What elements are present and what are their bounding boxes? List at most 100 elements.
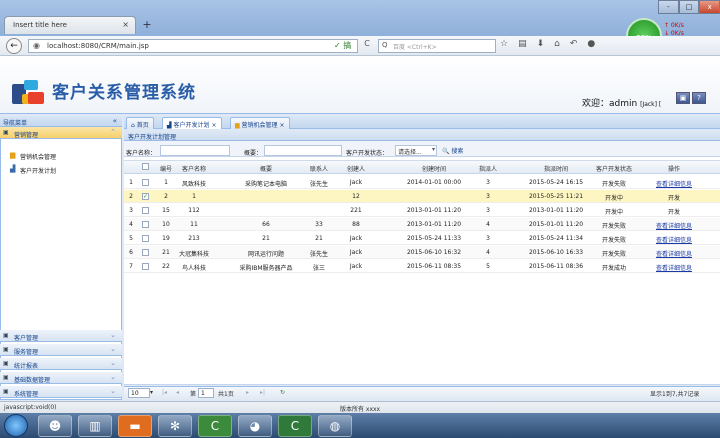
collapse-icon[interactable]: « — [113, 117, 117, 125]
home-icon[interactable]: ⌂ — [554, 39, 560, 53]
cell-atime: 2013-01-01 11:20 — [528, 207, 584, 214]
cell-creator: Jack — [349, 235, 363, 242]
customer-input[interactable] — [160, 145, 230, 156]
firefox-icon[interactable]: ◍ — [318, 415, 352, 437]
row-checkbox[interactable] — [142, 235, 149, 242]
row-checkbox[interactable] — [142, 207, 149, 214]
row-action-link[interactable]: 查看详细信息 — [646, 263, 702, 272]
column-header[interactable]: 指派时间 — [516, 164, 596, 173]
column-header[interactable]: 操作 — [646, 164, 702, 173]
customer-label: 客户名称： — [126, 150, 157, 157]
close-tab-icon[interactable]: × — [122, 20, 129, 29]
undo-icon[interactable]: ↶ — [570, 39, 578, 53]
sidebar-item-opportunity[interactable]: ▆ 营销机会管理 — [10, 151, 56, 161]
cell-assign: 3 — [486, 179, 490, 186]
row-checkbox[interactable] — [142, 249, 149, 256]
column-header[interactable]: 创建时间 — [392, 164, 476, 173]
row-action-link[interactable]: 查看详细信息 — [646, 179, 702, 188]
browser-tab[interactable]: Insert title here × — [4, 16, 136, 34]
chrome-icon[interactable]: ◕ — [238, 415, 272, 437]
first-page-button[interactable]: |◂ — [162, 389, 167, 396]
status-select[interactable]: 请选择... ▾ — [395, 145, 437, 156]
reload-button[interactable]: C — [360, 39, 374, 53]
new-tab-button[interactable]: + — [138, 18, 156, 32]
chevron-down-icon[interactable]: ⌄ — [110, 331, 116, 339]
qq-icon[interactable]: ☻ — [38, 415, 72, 437]
tab-label: 营销机会管理 — [241, 122, 278, 129]
chevron-down-icon[interactable]: ⌄ — [110, 345, 116, 353]
chevron-down-icon[interactable]: ⌄ — [110, 373, 116, 381]
column-header[interactable]: 指派人 — [472, 164, 504, 173]
sidebar-section-1[interactable]: ▣ 客户管理 ⌄ — [0, 330, 122, 342]
explorer-icon[interactable]: ▥ — [78, 415, 112, 437]
star-icon[interactable]: ☆ — [500, 39, 508, 53]
select-all-checkbox[interactable] — [142, 163, 149, 170]
column-header[interactable]: 客户名称 — [172, 164, 216, 173]
sidebar-section-5[interactable]: ▣ 系统管理 ⌄ — [0, 386, 122, 398]
close-tab-icon[interactable]: × — [279, 122, 284, 129]
row-checkbox[interactable]: ✓ — [142, 193, 149, 200]
row-checkbox[interactable] — [142, 221, 149, 228]
column-header[interactable]: 创建人 — [338, 164, 374, 173]
editor-icon[interactable]: C — [198, 415, 232, 437]
column-header[interactable]: 概要 — [226, 164, 306, 173]
summary-input[interactable] — [264, 145, 342, 156]
chevron-up-icon[interactable]: ⌃ — [110, 128, 116, 136]
browser-search-input[interactable]: 百度 <Ctrl+K> — [378, 39, 496, 53]
terminal-icon[interactable]: C — [278, 415, 312, 437]
column-header[interactable]: 联系人 — [302, 164, 336, 173]
chevron-down-icon: ▾ — [431, 146, 435, 153]
search-button[interactable]: 🔍 搜索 — [442, 146, 463, 155]
app-icon[interactable]: ▬ — [118, 415, 152, 437]
help-button[interactable]: ? — [692, 92, 706, 104]
page-number-input[interactable]: 1 — [198, 388, 214, 398]
sidebar-section-3[interactable]: ▣ 统计报表 ⌄ — [0, 358, 122, 370]
row-action-link[interactable]: 查看详细信息 — [646, 249, 702, 258]
next-page-button[interactable]: ▸ — [246, 389, 249, 396]
row-number: 1 — [129, 179, 133, 186]
cell-contact: 张三 — [312, 265, 325, 272]
tab-label: 客户开发计划 — [173, 122, 210, 129]
tab-home[interactable]: ⌂ 首页 — [126, 117, 154, 129]
sidebar-section-2[interactable]: ▣ 服务管理 ⌄ — [0, 344, 122, 356]
tab-dev-plan[interactable]: ▟ 客户开发计划 × — [162, 117, 222, 129]
sidebar-section-4[interactable]: ▣ 基础数据管理 ⌄ — [0, 372, 122, 384]
chevron-down-icon[interactable]: ⌄ — [110, 359, 116, 367]
chart-icon: ▣ — [3, 360, 9, 367]
row-checkbox[interactable] — [142, 263, 149, 270]
cell-ctime: 2013-01-01 11:20 — [406, 221, 462, 228]
download-icon[interactable]: ⬇ — [537, 39, 545, 53]
row-action-link[interactable]: 查看详细信息 — [646, 221, 702, 230]
tools-icon[interactable]: ✻ — [158, 415, 192, 437]
start-button[interactable] — [4, 414, 28, 437]
prev-page-button[interactable]: ◂ — [176, 389, 179, 396]
reading-icon[interactable]: ▤ — [518, 39, 527, 53]
chat-icon[interactable]: ● — [587, 39, 595, 53]
cell-creator: 88 — [352, 221, 360, 228]
refresh-button[interactable]: ↻ — [280, 389, 285, 396]
chart-icon: ▟ — [10, 165, 16, 173]
header-button-1[interactable]: ▣ — [676, 92, 690, 104]
summary-label: 概要： — [244, 150, 263, 157]
row-action-link[interactable]: 开发 — [646, 193, 702, 202]
row-action-link[interactable]: 开发 — [646, 207, 702, 216]
row-checkbox[interactable] — [142, 179, 149, 186]
page-size-select[interactable]: 10 — [128, 388, 150, 398]
page-size-arrow-icon[interactable]: ▾ — [150, 389, 153, 396]
row-action-link[interactable]: 查看详细信息 — [646, 235, 702, 244]
chevron-down-icon[interactable]: ⌄ — [110, 387, 116, 395]
back-button[interactable]: ← — [6, 38, 22, 54]
sidebar-item-dev-plan[interactable]: ▟ 客户开发计划 — [10, 165, 56, 175]
sidebar-section-0[interactable]: ▣ 营销管理 ⌃ — [0, 127, 122, 139]
column-header[interactable]: 客户开发状态 — [592, 164, 636, 173]
shield-icon[interactable]: ✓ 搞 — [334, 40, 351, 51]
last-page-button[interactable]: ▸| — [260, 389, 265, 396]
search-icon: Q — [382, 41, 388, 49]
close-tab-icon[interactable]: × — [211, 122, 216, 129]
url-bar[interactable]: localhost:8080/CRM/main.jsp — [28, 39, 358, 53]
window-controls: - □ x — [658, 0, 720, 14]
close-window-button[interactable]: x — [699, 0, 720, 14]
minimize-button[interactable]: - — [658, 0, 679, 14]
tab-opportunity[interactable]: ▆ 营销机会管理 × — [230, 117, 290, 129]
maximize-button[interactable]: □ — [678, 0, 700, 14]
